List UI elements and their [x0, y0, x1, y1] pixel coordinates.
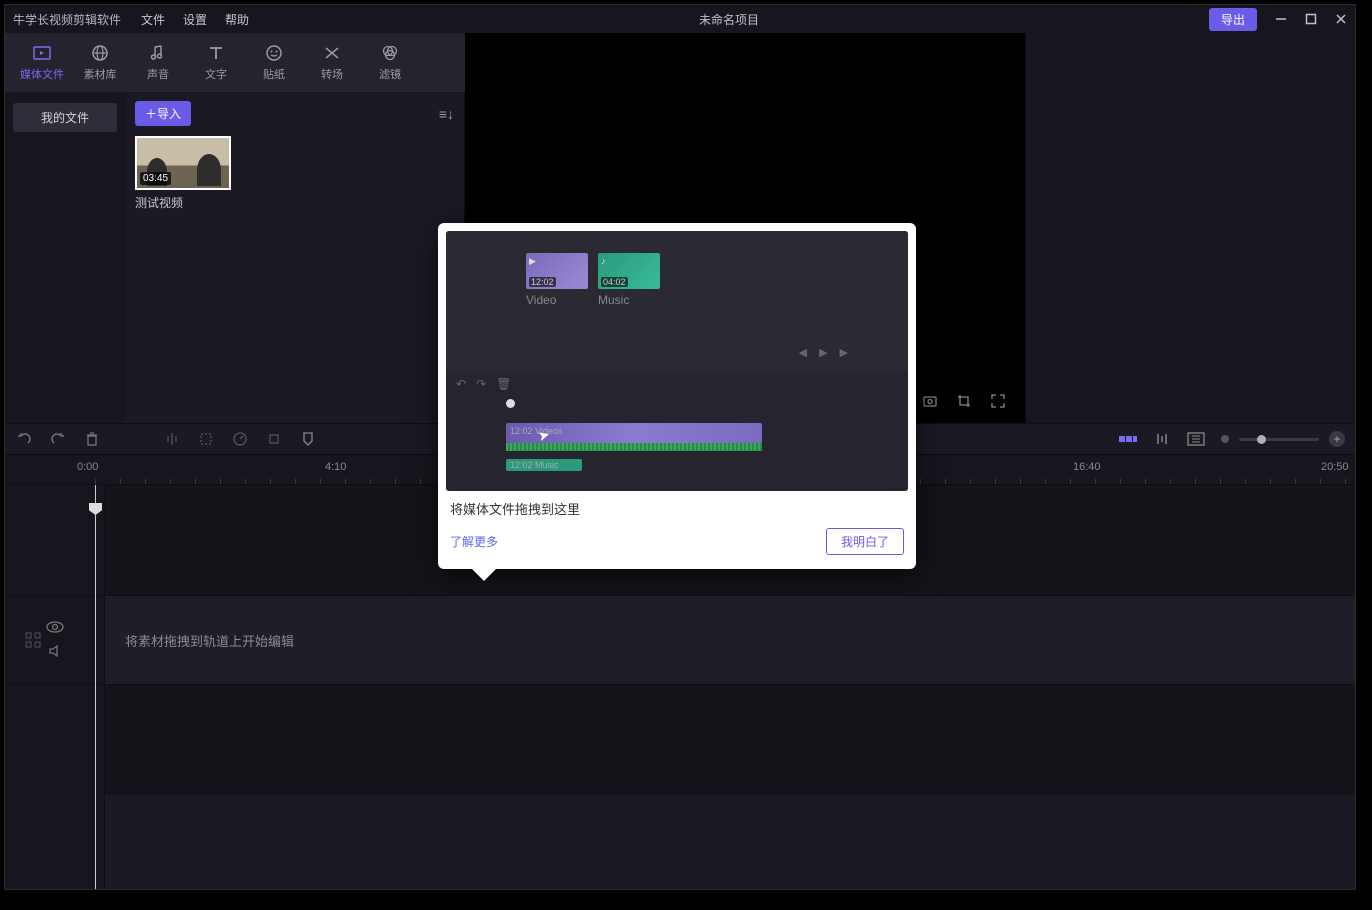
ruler-tick: 16:40 — [1073, 461, 1101, 473]
visibility-icon[interactable] — [46, 621, 64, 633]
media-thumb-duration: 03:45 — [140, 172, 171, 185]
tab-media-label: 媒体文件 — [20, 66, 64, 82]
zoom-out-icon[interactable] — [1221, 435, 1229, 443]
media-panel: 我的文件 ＋导入 ≡↓ 03:45 测试视频 — [5, 93, 465, 423]
zoom-slider[interactable]: + — [1221, 431, 1345, 447]
minimize-icon[interactable] — [1275, 13, 1287, 25]
menu-settings[interactable]: 设置 — [183, 11, 207, 28]
delete-icon[interactable] — [83, 430, 101, 448]
marker-icon[interactable] — [299, 430, 317, 448]
demo-video-clip: ▶12:02 Video — [526, 253, 588, 307]
zoom-thumb[interactable] — [1257, 435, 1266, 444]
zoom-in-icon[interactable]: + — [1329, 431, 1345, 447]
onboarding-popover: ▶12:02 Video ♪04:02 Music ◀▶▶ ↶↷🗑 12:02 … — [438, 223, 916, 569]
media-thumb-name: 测试视频 — [135, 194, 231, 211]
media-icon — [32, 43, 52, 63]
crop-tool-icon[interactable] — [197, 430, 215, 448]
track-heads — [5, 485, 105, 889]
track-main[interactable]: 将素材拖拽到轨道上开始编辑 — [105, 595, 1355, 685]
track-grid-icon[interactable] — [25, 632, 41, 648]
ruler-tick: 20:50 — [1321, 461, 1349, 473]
tab-filter[interactable]: 滤镜 — [361, 43, 419, 82]
track-audio[interactable] — [105, 685, 1355, 795]
demo-play-controls: ◀▶▶ — [799, 346, 848, 359]
track-head-audio — [5, 685, 104, 795]
tab-library-label: 素材库 — [84, 66, 117, 82]
tab-library[interactable]: 素材库 — [71, 43, 129, 82]
track-head-main — [5, 595, 104, 685]
fullscreen-icon[interactable] — [989, 392, 1007, 410]
demo-edit-icons: ↶↷🗑 — [456, 377, 511, 391]
learn-more-link[interactable]: 了解更多 — [450, 533, 498, 550]
media-sidebar: 我的文件 — [5, 93, 125, 423]
tab-transition[interactable]: 转场 — [303, 43, 361, 82]
playhead[interactable] — [95, 485, 96, 889]
track-head-overlay — [5, 485, 104, 595]
demo-music-clip: ♪04:02 Music — [598, 253, 660, 307]
zoom-track[interactable] — [1239, 438, 1319, 441]
split-icon[interactable] — [163, 430, 181, 448]
fit-icon[interactable] — [1187, 430, 1205, 448]
tab-audio-label: 声音 — [147, 66, 169, 82]
tab-sticker[interactable]: 贴纸 — [245, 43, 303, 82]
main-menu: 文件 设置 帮助 — [141, 11, 249, 28]
magnet-icon[interactable] — [1153, 430, 1171, 448]
ruler-tick: 0:00 — [77, 461, 98, 473]
undo-icon[interactable] — [15, 430, 33, 448]
sidebar-item-myfiles[interactable]: 我的文件 — [13, 103, 117, 132]
media-thumb-image: 03:45 — [135, 136, 231, 190]
clip-mode-icon[interactable] — [1119, 430, 1137, 448]
menu-file[interactable]: 文件 — [141, 11, 165, 28]
tab-text[interactable]: 文字 — [187, 43, 245, 82]
mute-icon[interactable] — [47, 643, 63, 659]
popover-demo-image: ▶12:02 Video ♪04:02 Music ◀▶▶ ↶↷🗑 12:02 … — [446, 231, 908, 491]
tab-audio[interactable]: 声音 — [129, 43, 187, 82]
tab-text-label: 文字 — [205, 66, 227, 82]
sticker-icon — [264, 43, 284, 63]
tab-sticker-label: 贴纸 — [263, 66, 285, 82]
popover-message: 将媒体文件拖拽到这里 — [446, 491, 908, 518]
media-thumb[interactable]: 03:45 测试视频 — [135, 136, 231, 211]
text-icon — [206, 43, 226, 63]
ok-button[interactable]: 我明白了 — [826, 528, 904, 555]
globe-icon — [90, 43, 110, 63]
track-drop-hint: 将素材拖拽到轨道上开始编辑 — [125, 631, 294, 650]
filter-icon — [380, 43, 400, 63]
tab-media[interactable]: 媒体文件 — [13, 43, 71, 82]
media-main: ＋导入 ≡↓ 03:45 测试视频 — [125, 93, 464, 423]
crop-icon[interactable] — [955, 392, 973, 410]
snapshot-icon[interactable] — [921, 392, 939, 410]
ruler-tick: 4:10 — [325, 461, 346, 473]
tool-tabs: 媒体文件 素材库 声音 文字 贴纸 — [5, 33, 465, 93]
tab-filter-label: 滤镜 — [379, 66, 401, 82]
titlebar: 牛学长视频剪辑软件 文件 设置 帮助 未命名项目 导出 — [5, 5, 1355, 33]
music-icon — [148, 43, 168, 63]
project-title: 未命名项目 — [249, 11, 1209, 28]
speed-icon[interactable] — [231, 430, 249, 448]
sort-icon[interactable]: ≡↓ — [439, 106, 454, 122]
tab-transition-label: 转场 — [321, 66, 343, 82]
rotate-icon[interactable] — [265, 430, 283, 448]
redo-icon[interactable] — [49, 430, 67, 448]
transition-icon — [322, 43, 342, 63]
menu-help[interactable]: 帮助 — [225, 11, 249, 28]
app-name: 牛学长视频剪辑软件 — [13, 11, 121, 28]
properties-panel — [1025, 33, 1355, 423]
import-button[interactable]: ＋导入 — [135, 101, 191, 126]
maximize-icon[interactable] — [1305, 13, 1317, 25]
window-controls: 导出 — [1209, 8, 1347, 31]
close-icon[interactable] — [1335, 13, 1347, 25]
export-button[interactable]: 导出 — [1209, 8, 1257, 31]
popover-arrow — [472, 569, 496, 581]
